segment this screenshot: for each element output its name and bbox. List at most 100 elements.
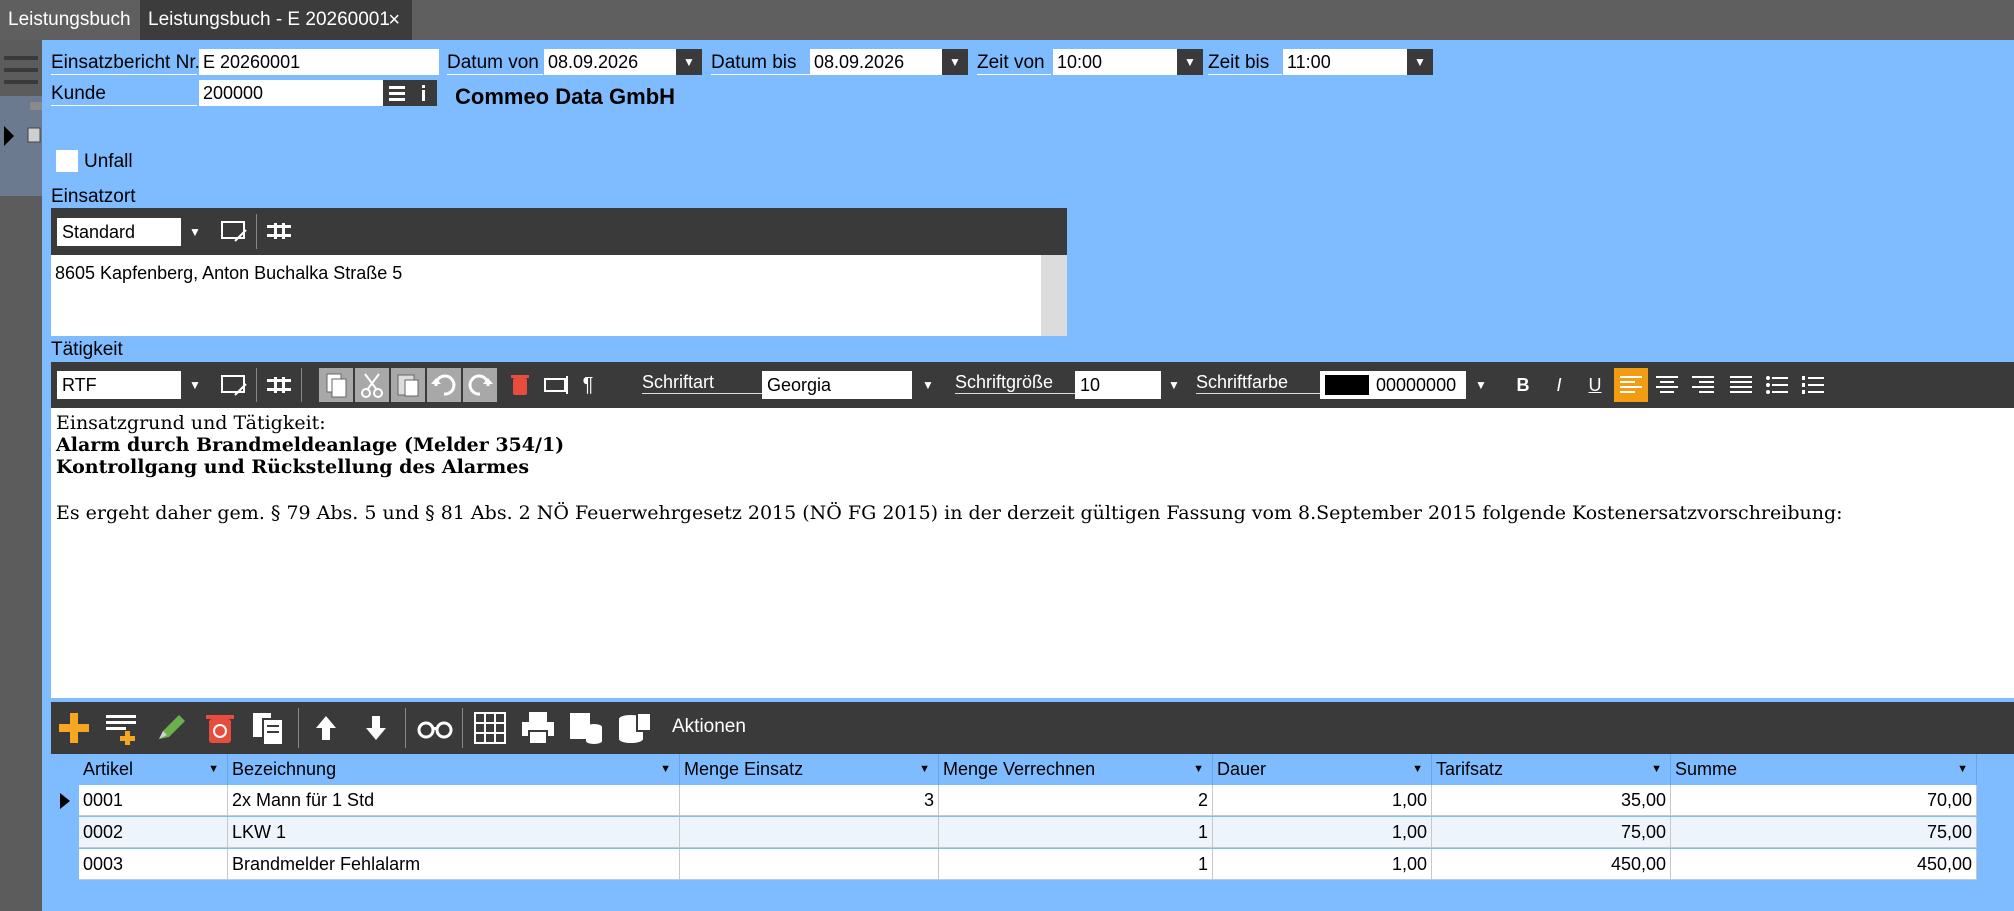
filter-arrow-icon[interactable]: ▼ — [1412, 754, 1423, 785]
column-header-bezeichnung[interactable]: Bezeichnung ▼ — [228, 754, 680, 785]
schriftfarbe-selector[interactable]: 00000000 — [1320, 371, 1466, 399]
info-icon[interactable] — [411, 80, 437, 106]
column-header-tarifsatz[interactable]: Tarifsatz ▼ — [1432, 754, 1671, 785]
underline-icon[interactable]: U — [1578, 368, 1612, 402]
filter-arrow-icon[interactable]: ▼ — [1651, 754, 1662, 785]
datum-bis-field[interactable]: 08.09.2026 — [810, 49, 942, 75]
cell-artikel[interactable]: 0002 — [79, 817, 228, 848]
tab-leistungsbuch[interactable]: Leistungsbuch — [0, 0, 140, 40]
cell-dauer[interactable]: 1,00 — [1213, 817, 1432, 848]
insert-row-icon[interactable] — [103, 709, 141, 747]
print-icon[interactable] — [519, 709, 557, 747]
einsatzort-selector[interactable]: Standard — [57, 218, 181, 246]
edit-window-icon[interactable] — [217, 368, 251, 402]
cell-menge-verrechnen[interactable]: 1 — [939, 849, 1213, 880]
cut-icon[interactable] — [355, 368, 389, 402]
filter-arrow-icon[interactable]: ▼ — [660, 754, 671, 785]
schriftgroesse-dropdown-icon[interactable]: ▼ — [1162, 371, 1186, 399]
column-header-dauer[interactable]: Dauer ▼ — [1213, 754, 1432, 785]
cell-dauer[interactable]: 1,00 — [1213, 849, 1432, 880]
table-row[interactable]: 0003 Brandmelder Fehlalarm 1 1,00 450,00… — [51, 849, 2014, 881]
cell-bezeichnung[interactable]: 2x Mann für 1 Std — [228, 785, 680, 816]
insert-field-icon[interactable] — [539, 368, 573, 402]
cell-tarifsatz[interactable]: 450,00 — [1432, 849, 1671, 880]
column-header-menge-einsatz[interactable]: Menge Einsatz ▼ — [680, 754, 939, 785]
zeit-von-field[interactable]: 10:00 — [1053, 49, 1177, 75]
format-dropdown-icon[interactable]: ▼ — [183, 371, 207, 399]
cell-tarifsatz[interactable]: 75,00 — [1432, 817, 1671, 848]
italic-icon[interactable]: I — [1542, 368, 1576, 402]
hamburger-menu-icon[interactable] — [2, 48, 40, 92]
einsatzort-address-box[interactable]: 8605 Kapfenberg, Anton Buchalka Straße 5 — [51, 255, 1067, 336]
cell-summe[interactable]: 75,00 — [1671, 817, 1977, 848]
einsatzort-dropdown-icon[interactable]: ▼ — [183, 218, 207, 246]
datum-von-dropdown-icon[interactable]: ▼ — [676, 49, 702, 75]
move-up-icon[interactable] — [309, 711, 343, 745]
list-icon[interactable] — [383, 80, 411, 106]
row-header[interactable] — [51, 817, 79, 849]
schriftgroesse-selector[interactable]: 10 — [1075, 371, 1161, 399]
schriftart-selector[interactable]: Georgia — [762, 371, 912, 399]
kunde-field[interactable]: 200000 — [199, 80, 383, 106]
filter-arrow-icon[interactable]: ▼ — [208, 754, 219, 785]
align-center-icon[interactable] — [1650, 368, 1684, 402]
filter-arrow-icon[interactable]: ▼ — [1957, 754, 1968, 785]
scrollbar[interactable] — [1041, 255, 1067, 336]
row-selector-icon[interactable] — [51, 785, 79, 817]
edit-pencil-icon[interactable] — [153, 709, 191, 747]
tab-leistungsbuch-e20260001[interactable]: Leistungsbuch - E 20260001 × — [140, 0, 412, 40]
align-left-icon[interactable] — [1614, 368, 1648, 402]
add-icon[interactable] — [55, 709, 93, 747]
field-layout-icon[interactable] — [262, 368, 296, 402]
numbered-list-icon[interactable] — [1796, 368, 1830, 402]
cell-bezeichnung[interactable]: LKW 1 — [228, 817, 680, 848]
zeit-bis-dropdown-icon[interactable]: ▼ — [1407, 49, 1433, 75]
bullet-list-icon[interactable] — [1760, 368, 1794, 402]
zeit-von-dropdown-icon[interactable]: ▼ — [1177, 49, 1203, 75]
zeit-bis-field[interactable]: 11:00 — [1283, 49, 1407, 75]
copy-icon[interactable] — [319, 368, 353, 402]
table-settings-icon[interactable] — [471, 709, 509, 747]
cell-artikel[interactable]: 0001 — [79, 785, 228, 816]
copy-document-icon[interactable] — [249, 709, 287, 747]
cell-menge-verrechnen[interactable]: 2 — [939, 785, 1213, 816]
bold-icon[interactable]: B — [1506, 368, 1540, 402]
cell-menge-einsatz[interactable]: 3 — [680, 785, 939, 816]
move-down-icon[interactable] — [359, 711, 393, 745]
row-header[interactable] — [51, 849, 79, 881]
close-tab-icon[interactable]: × — [388, 0, 400, 40]
cell-menge-einsatz[interactable] — [680, 849, 939, 880]
column-header-artikel[interactable]: Artikel ▼ — [79, 754, 228, 785]
schriftfarbe-dropdown-icon[interactable]: ▼ — [1469, 371, 1493, 399]
format-selector[interactable]: RTF — [57, 371, 181, 399]
datum-von-field[interactable]: 08.09.2026 — [544, 49, 676, 75]
pilcrow-icon[interactable]: ¶ — [571, 368, 605, 402]
paste-icon[interactable] — [391, 368, 425, 402]
align-right-icon[interactable] — [1686, 368, 1720, 402]
unfall-checkbox[interactable] — [56, 150, 78, 172]
taetigkeit-editor[interactable]: Einsatzgrund und Tätigkeit: Alarm durch … — [51, 408, 2014, 698]
field-layout-icon[interactable] — [262, 214, 296, 248]
undo-icon[interactable] — [427, 368, 461, 402]
schriftart-dropdown-icon[interactable]: ▼ — [916, 371, 940, 399]
redo-icon[interactable] — [463, 368, 497, 402]
datum-bis-dropdown-icon[interactable]: ▼ — [942, 49, 968, 75]
cell-menge-einsatz[interactable] — [680, 817, 939, 848]
cell-dauer[interactable]: 1,00 — [1213, 785, 1432, 816]
database-document-icon[interactable] — [615, 709, 653, 747]
table-row[interactable]: 0001 2x Mann für 1 Std 3 2 1,00 35,00 70… — [51, 785, 2014, 817]
aktionen-menu[interactable]: Aktionen — [672, 716, 746, 738]
filter-arrow-icon[interactable]: ▼ — [919, 754, 930, 785]
column-header-menge-verrechnen[interactable]: Menge Verrechnen ▼ — [939, 754, 1213, 785]
cell-summe[interactable]: 450,00 — [1671, 849, 1977, 880]
cell-menge-verrechnen[interactable]: 1 — [939, 817, 1213, 848]
export-icon[interactable] — [567, 709, 605, 747]
einsatzbericht-field[interactable]: E 20260001 — [199, 49, 439, 75]
recycle-delete-icon[interactable] — [201, 709, 239, 747]
cell-tarifsatz[interactable]: 35,00 — [1432, 785, 1671, 816]
table-row[interactable]: 0002 LKW 1 1 1,00 75,00 75,00 — [51, 817, 2014, 849]
column-header-summe[interactable]: Summe ▼ — [1671, 754, 1977, 785]
delete-icon[interactable] — [503, 368, 537, 402]
edit-window-icon[interactable] — [217, 214, 251, 248]
cell-summe[interactable]: 70,00 — [1671, 785, 1977, 816]
